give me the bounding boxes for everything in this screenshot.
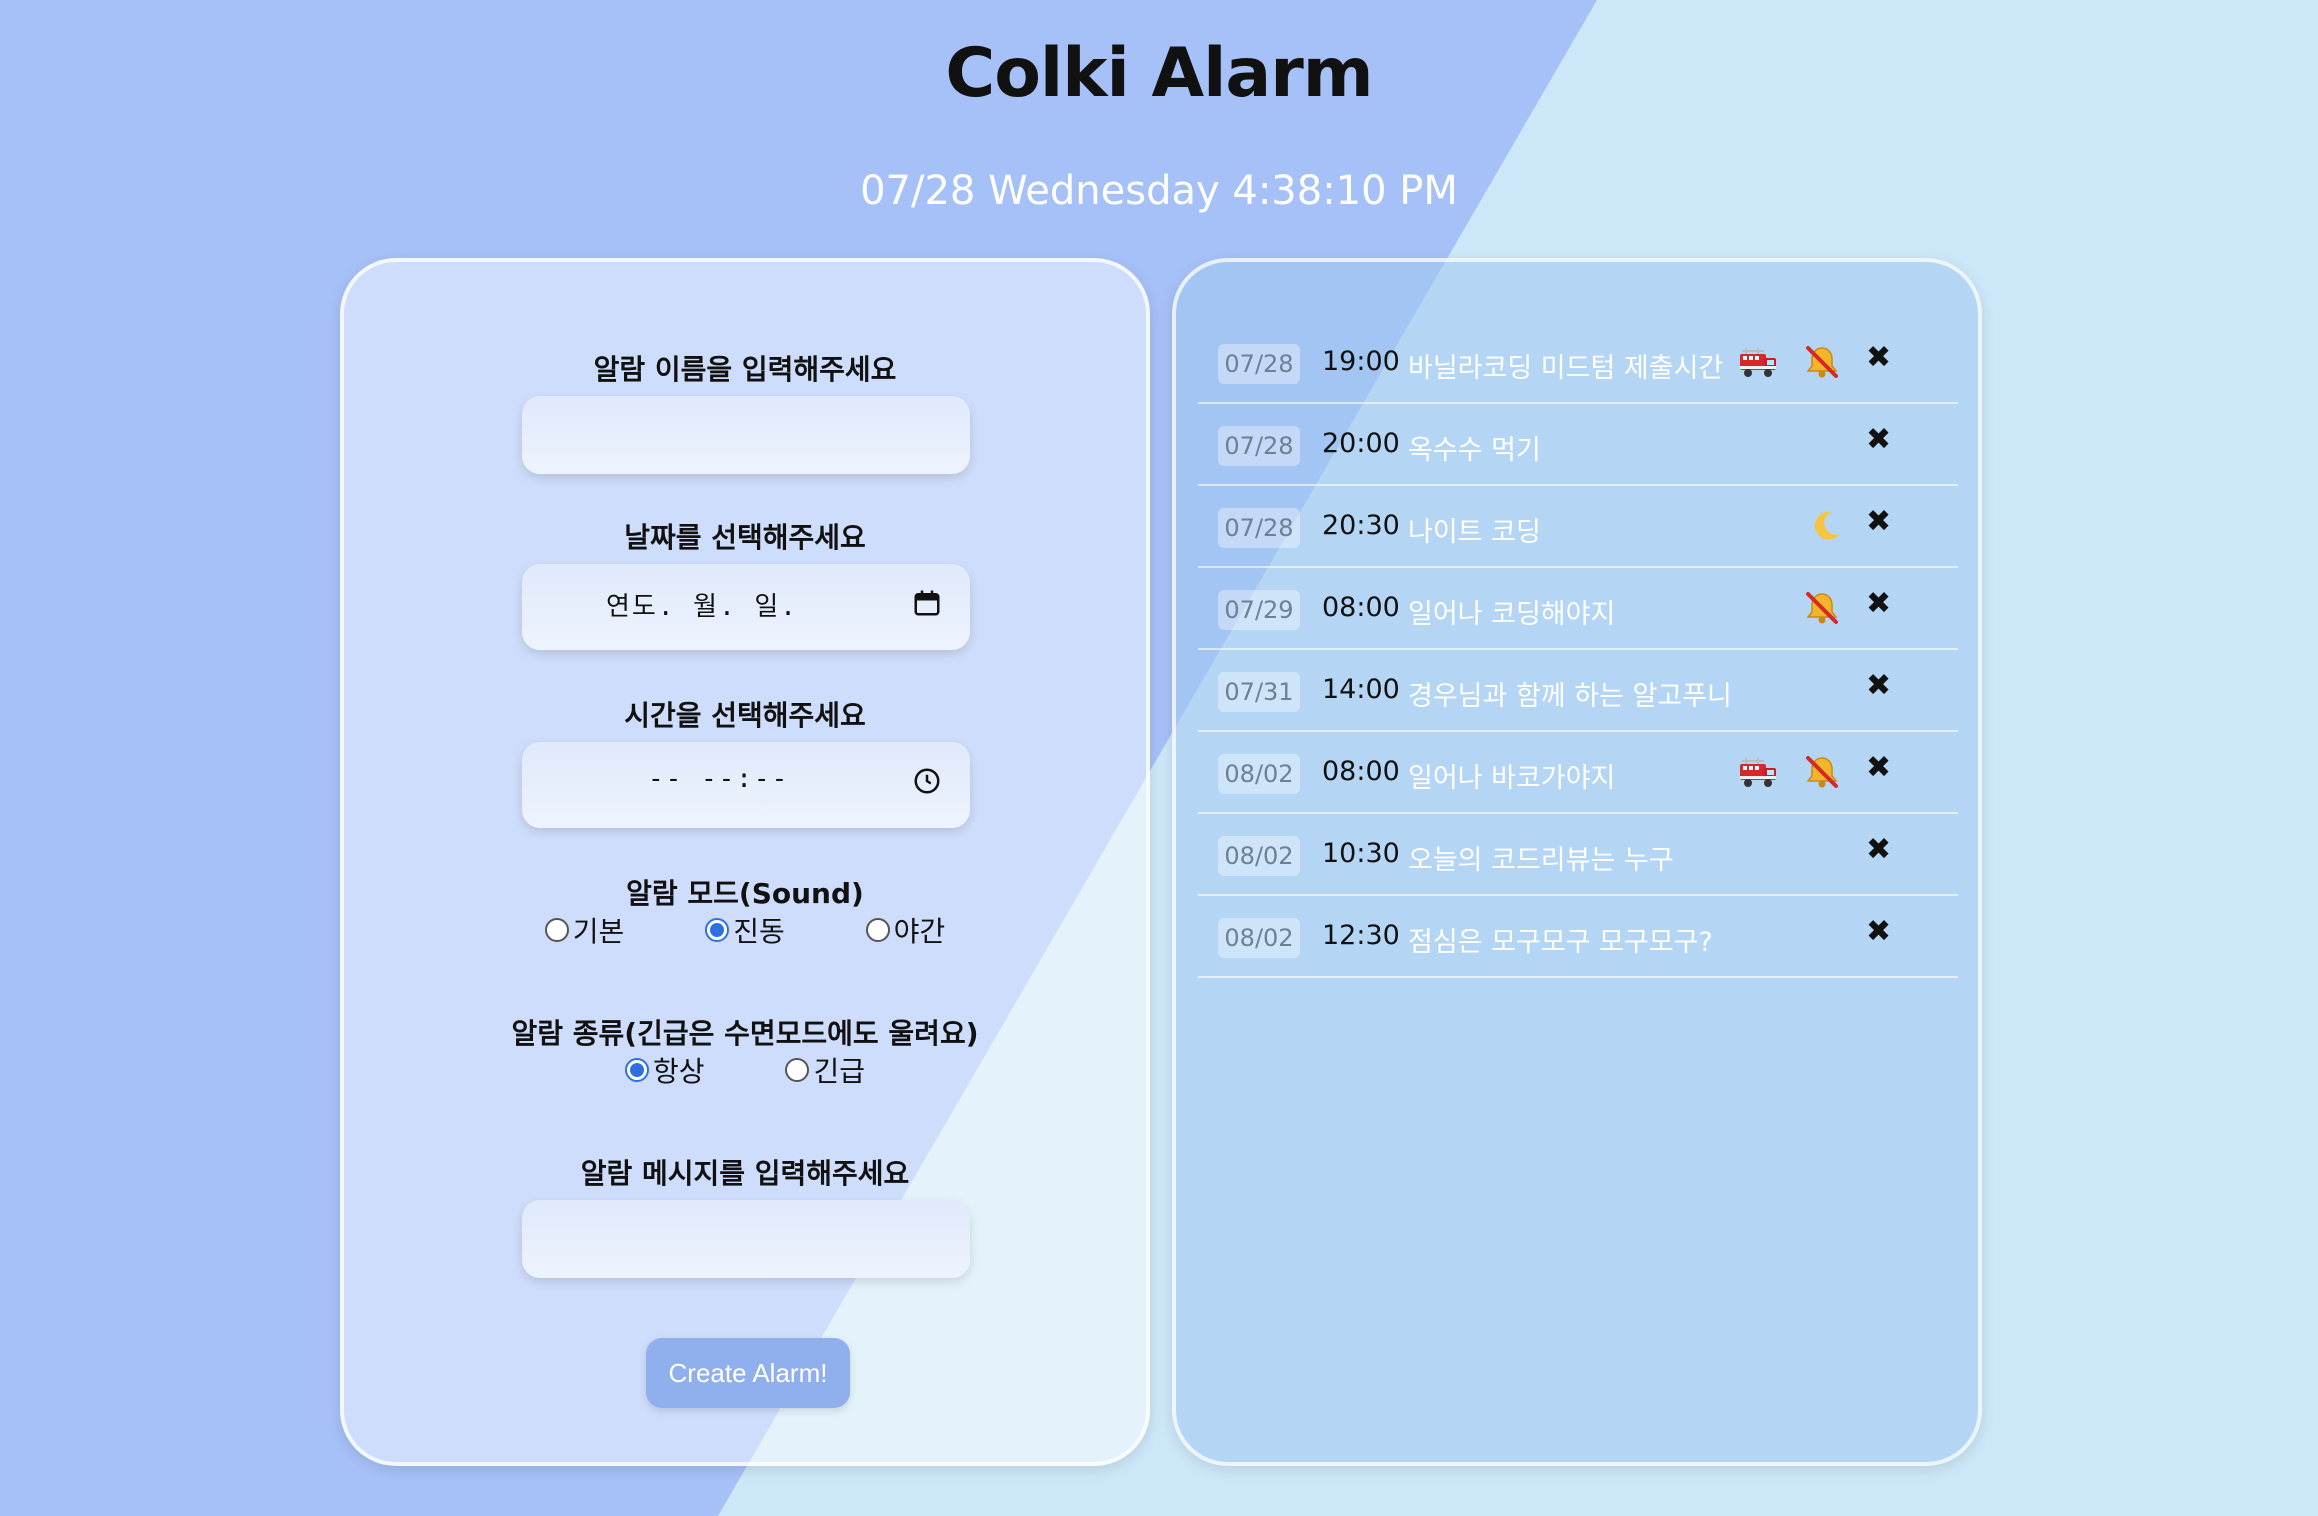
alarm-row: 08/02 10:30 오늘의 코드리뷰는 누구 ✖ — [1198, 814, 1958, 896]
alarm-row: 08/02 08:00 일어나 바코가야지 ✖ — [1198, 732, 1958, 814]
kind-radio-urgent[interactable]: 긴급 — [785, 1050, 865, 1090]
alarm-time: 20:00 — [1322, 428, 1400, 459]
kind-always-label: 항상 — [653, 1055, 705, 1088]
alarm-date: 08/02 — [1218, 836, 1300, 876]
mode-radio-basic[interactable]: 기본 — [544, 910, 625, 950]
date-label: 날짜를 선택해주세요 — [624, 521, 866, 554]
alarm-date: 07/28 — [1218, 426, 1300, 466]
alarm-time: 20:30 — [1322, 510, 1400, 541]
delete-alarm-icon[interactable]: ✖ — [1866, 914, 1891, 949]
alarm-date: 07/28 — [1218, 344, 1300, 384]
delete-alarm-icon[interactable]: ✖ — [1866, 750, 1891, 785]
alarm-time: 10:30 — [1322, 838, 1400, 869]
current-datetime: 07/28 Wednesday 4:38:10 PM — [860, 168, 1458, 214]
kind-urgent-label: 긴급 — [813, 1055, 865, 1088]
date-input[interactable]: 연도. 월. 일. — [522, 564, 970, 650]
alarm-date: 07/29 — [1218, 590, 1300, 630]
mode-radio-group: 기본 진동 야간 — [344, 910, 1146, 950]
delete-alarm-icon[interactable]: ✖ — [1866, 668, 1891, 703]
alarm-form-panel: 알람 이름을 입력해주세요 날짜를 선택해주세요 연도. 월. 일. 시간을 선… — [340, 258, 1150, 1466]
alarm-date: 07/28 — [1218, 508, 1300, 548]
alarm-date: 08/02 — [1218, 918, 1300, 958]
radio-circle[interactable] — [544, 918, 569, 942]
alarm-list: 07/28 19:00 바닐라코딩 미드텀 제출시간 ✖ 07/28 20:00 옥수수 먹… — [1198, 322, 1958, 978]
kind-radio-group: 항상 긴급 — [344, 1050, 1146, 1090]
alarm-time: 19:00 — [1322, 346, 1400, 377]
bell-muted-icon — [1802, 752, 1842, 792]
alarm-list-panel: 07/28 19:00 바닐라코딩 미드텀 제출시간 ✖ 07/28 20:00 옥수수 먹… — [1172, 258, 1982, 1466]
fire-truck-icon — [1738, 752, 1778, 792]
alarm-name: 나이트 코딩 — [1408, 517, 1541, 548]
alarm-name: 점심은 모구모구 모구모구? — [1408, 927, 1713, 958]
fire-truck-icon — [1738, 342, 1778, 382]
alarm-row: 07/31 14:00 경우님과 함께 하는 알고푸니 ✖ — [1198, 650, 1958, 732]
alarm-date: 08/02 — [1218, 754, 1300, 794]
kind-label: 알람 종류(긴급은 수면모드에도 울려요) — [511, 1017, 979, 1050]
time-label: 시간을 선택해주세요 — [624, 699, 866, 732]
radio-circle[interactable] — [785, 1058, 810, 1082]
bell-muted-icon — [1802, 342, 1842, 382]
delete-alarm-icon[interactable]: ✖ — [1866, 340, 1891, 375]
radio-circle-checked[interactable] — [625, 1058, 650, 1082]
mode-label: 알람 모드(Sound) — [626, 877, 864, 910]
alarm-row: 07/28 19:00 바닐라코딩 미드텀 제출시간 ✖ — [1198, 322, 1958, 404]
alarm-time: 14:00 — [1322, 674, 1400, 705]
alarm-time: 08:00 — [1322, 756, 1400, 787]
alarm-name: 오늘의 코드리뷰는 누구 — [1408, 845, 1674, 876]
create-alarm-button[interactable]: Create Alarm! — [646, 1338, 850, 1408]
mode-radio-vibrate[interactable]: 진동 — [705, 910, 785, 950]
alarm-row: 07/29 08:00 일어나 코딩해야지 ✖ — [1198, 568, 1958, 650]
alarm-name: 바닐라코딩 미드텀 제출시간 — [1408, 353, 1724, 384]
alarm-message-input[interactable] — [522, 1200, 970, 1278]
radio-circle[interactable] — [865, 918, 890, 942]
alarm-name: 옥수수 먹기 — [1408, 435, 1541, 466]
time-input[interactable]: -- --:-- — [522, 742, 970, 828]
calendar-icon[interactable] — [912, 588, 942, 618]
kind-radio-always[interactable]: 항상 — [625, 1050, 705, 1090]
alarm-name: 일어나 바코가야지 — [1408, 763, 1616, 794]
mode-vibrate-label: 진동 — [733, 915, 785, 948]
app-title: Colki Alarm — [945, 34, 1373, 113]
radio-circle-checked[interactable] — [705, 918, 730, 942]
message-label: 알람 메시지를 입력해주세요 — [580, 1157, 910, 1190]
alarm-time: 08:00 — [1322, 592, 1400, 623]
delete-alarm-icon[interactable]: ✖ — [1866, 422, 1891, 457]
alarm-row: 07/28 20:00 옥수수 먹기 ✖ — [1198, 404, 1958, 486]
mode-basic-label: 기본 — [572, 915, 625, 948]
alarm-name-label: 알람 이름을 입력해주세요 — [593, 353, 897, 386]
mode-night-label: 야간 — [893, 915, 946, 948]
date-placeholder: 연도. 월. 일. — [606, 592, 798, 622]
alarm-row: 07/28 20:30 나이트 코딩 ✖ — [1198, 486, 1958, 568]
alarm-name-input[interactable] — [522, 396, 970, 474]
time-placeholder: -- --:-- — [648, 764, 790, 794]
delete-alarm-icon[interactable]: ✖ — [1866, 586, 1891, 621]
clock-icon[interactable] — [912, 766, 942, 796]
alarm-date: 07/31 — [1218, 672, 1300, 712]
mode-radio-night[interactable]: 야간 — [865, 910, 946, 950]
alarm-name: 경우님과 함께 하는 알고푸니 — [1408, 681, 1732, 712]
bell-muted-icon — [1802, 588, 1842, 628]
alarm-row: 08/02 12:30 점심은 모구모구 모구모구? ✖ — [1198, 896, 1958, 978]
delete-alarm-icon[interactable]: ✖ — [1866, 504, 1891, 539]
alarm-name: 일어나 코딩해야지 — [1408, 599, 1616, 630]
delete-alarm-icon[interactable]: ✖ — [1866, 832, 1891, 867]
crescent-moon-icon — [1806, 506, 1846, 546]
alarm-time: 12:30 — [1322, 920, 1400, 951]
